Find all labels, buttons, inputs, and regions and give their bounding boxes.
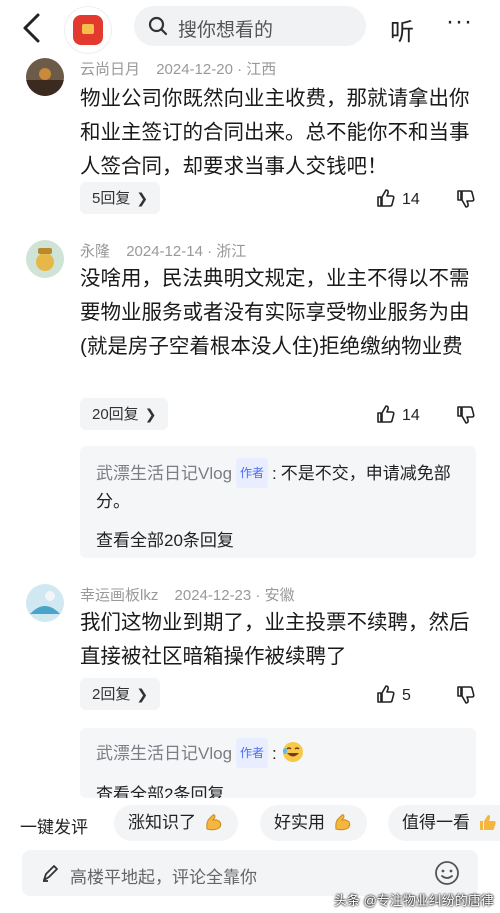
top-bar: 搜你想看的 听 ··· <box>0 0 500 56</box>
comment-input-placeholder: 高楼平地起，评论全靠你 <box>70 868 257 887</box>
thumb-up-icon <box>377 189 395 207</box>
comment-username[interactable]: 幸运画板lkz <box>80 587 158 604</box>
listen-button[interactable]: 听 <box>390 12 414 47</box>
flexed-biceps-icon <box>335 814 351 831</box>
watermark: 头条 @专注物业纠纷的唐律 <box>334 893 494 908</box>
comment-date: 2024-12-20 <box>156 61 233 78</box>
author-tag: 作者 <box>236 738 269 768</box>
like-button[interactable]: 5 <box>376 684 411 705</box>
thumb-down-icon[interactable] <box>456 685 476 705</box>
author-reply-box[interactable]: 武漂生活日记Vlog 作者: 查看全部2条回复 <box>80 728 476 798</box>
comment-text: 我们这物业到期了，业主投票不续聘，然后直接被社区暗箱操作被续聘了 <box>80 611 470 668</box>
like-button[interactable]: 14 <box>376 188 420 209</box>
thumbs-up-emoji-icon <box>479 815 496 830</box>
like-button[interactable]: 14 <box>376 404 420 425</box>
comment-meta: 幸运画板lkz 2024-12-23 · 安徽 <box>80 587 295 604</box>
search-placeholder: 搜你想看的 <box>178 20 274 41</box>
comment-text: 物业公司你既然向业主收费，那就请拿出你和业主签订的合同出来。总不能你不和当事人签… <box>80 87 470 178</box>
view-all-replies-link[interactable]: 查看全部2条回复 <box>96 780 224 798</box>
author-reply: 武漂生活日记Vlog 作者: <box>96 738 466 768</box>
author-tag: 作者 <box>236 458 269 488</box>
laughing-crying-emoji-icon <box>282 742 303 762</box>
comment-username[interactable]: 永隆 <box>80 243 110 260</box>
quick-comment-chip[interactable]: 涨知识了 <box>114 805 238 841</box>
comment-meta: 永隆 2024-12-14 · 浙江 <box>80 243 247 260</box>
comment-location: 浙江 <box>216 243 247 260</box>
avatar[interactable] <box>26 58 64 96</box>
like-count: 14 <box>402 407 420 424</box>
comment-meta: 云尚日月 2024-12-20 · 江西 <box>80 61 277 78</box>
avatar[interactable] <box>26 584 64 622</box>
back-arrow-icon[interactable] <box>18 12 46 44</box>
comment-date: 2024-12-23 <box>174 587 252 604</box>
comment-date: 2024-12-14 <box>126 243 203 260</box>
author-reply-box[interactable]: 武漂生活日记Vlog 作者: 不是不交，申请减免部分。 查看全部20条回复 <box>80 446 476 558</box>
avatar[interactable] <box>26 240 64 278</box>
comment-username[interactable]: 云尚日月 <box>80 61 140 78</box>
thumb-down-icon[interactable] <box>456 405 476 425</box>
like-count: 14 <box>402 191 420 208</box>
quick-comment-bar: 一键发评 涨知识了 好实用 值得一看 <box>0 801 500 845</box>
search-icon <box>148 16 168 36</box>
like-count: 5 <box>402 687 411 704</box>
quick-comment-chip[interactable]: 值得一看 <box>388 805 500 841</box>
pen-icon <box>43 865 58 882</box>
emoji-picker-icon[interactable] <box>434 860 460 886</box>
author-reply: 武漂生活日记Vlog 作者: 不是不交，申请减免部分。 <box>96 458 466 516</box>
author-name[interactable]: 武漂生活日记Vlog <box>96 744 232 763</box>
thumb-up-icon <box>377 405 395 423</box>
replies-button[interactable]: 20回复 ❯ <box>80 398 169 430</box>
quick-comment-chip[interactable]: 好实用 <box>260 805 367 841</box>
replies-button[interactable]: 2回复 ❯ <box>80 678 161 710</box>
author-name[interactable]: 武漂生活日记Vlog <box>96 464 232 483</box>
comment-location: 江西 <box>246 61 277 78</box>
flexed-biceps-icon <box>206 814 222 831</box>
comment-location: 安徽 <box>264 587 295 604</box>
replies-button[interactable]: 5回复 ❯ <box>80 182 161 214</box>
search-input[interactable]: 搜你想看的 <box>134 6 366 46</box>
quick-comment-label: 一键发评 <box>20 818 88 837</box>
thumb-down-icon[interactable] <box>456 189 476 209</box>
more-menu-button[interactable]: ··· <box>446 8 473 36</box>
view-all-replies-link[interactable]: 查看全部20条回复 <box>96 526 234 551</box>
thumb-up-icon <box>377 685 395 703</box>
app-logo-icon[interactable] <box>64 6 112 54</box>
comment-text: 没啥用，民法典明文规定，业主不得以不需要物业服务或者没有实际享受物业服务为由(就… <box>80 267 470 358</box>
